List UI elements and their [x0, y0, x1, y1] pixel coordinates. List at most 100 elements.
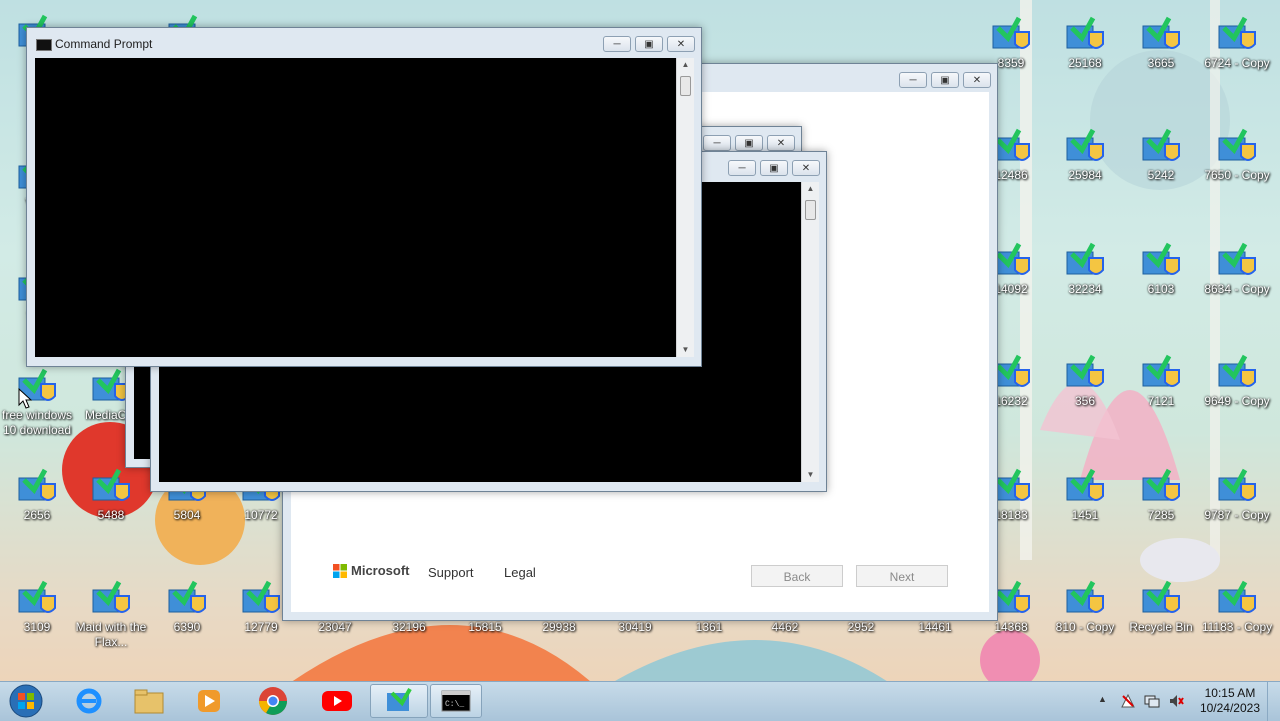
system-tray: ▲ 10:15 AM 10/24/2023 [1090, 682, 1280, 721]
desktop-icon-label: 2952 [847, 620, 875, 634]
desktop-icon-label: 14461 [918, 620, 952, 634]
shortcut-icon [15, 466, 59, 506]
desktop-icon-2656[interactable]: 2656 [0, 460, 74, 566]
desktop-icon-1451[interactable]: 1451 [1048, 460, 1122, 566]
desktop-icon-810-copy[interactable]: 810 - Copy [1048, 572, 1122, 678]
desktop-icon-11183-copy[interactable]: 11183 - Copy [1200, 572, 1274, 678]
desktop-icon-label: 3665 [1147, 56, 1175, 70]
desktop-icon-32234[interactable]: 32234 [1048, 234, 1122, 340]
shortcut-icon [1139, 14, 1183, 54]
desktop-icon-label: 25168 [1068, 56, 1102, 70]
scroll-up-arrow[interactable]: ▲ [802, 182, 819, 196]
console-scrollbar[interactable]: ▲ ▼ [676, 58, 694, 357]
action-center-icon[interactable] [1120, 693, 1136, 709]
show-desktop-button[interactable] [1267, 682, 1280, 721]
internet-explorer-icon [76, 688, 102, 714]
desktop-icon-label: 9649 - Copy [1204, 394, 1270, 408]
desktop-icon-label: 8634 - Copy [1204, 282, 1270, 296]
shortcut-icon [1063, 240, 1107, 280]
clock-date: 10/24/2023 [1199, 701, 1260, 715]
desktop-icon-7121[interactable]: 7121 [1124, 346, 1198, 452]
command-prompt-taskbar-button[interactable]: C:\_ [430, 684, 482, 718]
shortcut-icon [15, 366, 59, 406]
desktop-icon-label: 32196 [392, 620, 426, 634]
shortcut-icon [165, 578, 209, 618]
media-player-icon [198, 690, 220, 712]
maximize-button[interactable]: ▣ [635, 36, 663, 52]
next-button[interactable]: Next [856, 565, 948, 587]
maximize-button[interactable]: ▣ [735, 135, 763, 151]
scroll-thumb[interactable] [680, 76, 691, 96]
desktop-icon-3109[interactable]: 3109 [0, 572, 74, 678]
clock[interactable]: 10:15 AM 10/24/2023 [1200, 686, 1260, 716]
console-middle-scrollbar[interactable]: ▲ ▼ [801, 182, 819, 482]
desktop-icon-5242[interactable]: 5242 [1124, 120, 1198, 226]
minimize-button[interactable]: ─ [899, 72, 927, 88]
media-player-button[interactable] [182, 684, 236, 718]
desktop-icon-label: Recycle Bin [1129, 620, 1193, 634]
desktop-icon-25168[interactable]: 25168 [1048, 8, 1122, 114]
close-button[interactable]: ✕ [667, 36, 695, 52]
start-button[interactable] [0, 684, 52, 718]
desktop-icon-9649-copy[interactable]: 9649 - Copy [1200, 346, 1274, 452]
scroll-up-arrow[interactable]: ▲ [677, 58, 694, 72]
command-prompt-window[interactable]: Command Prompt ─ ▣ ✕ ▲ ▼ [26, 27, 702, 367]
cmd-icon [36, 39, 52, 51]
desktop-icon-label: 810 - Copy [1055, 620, 1115, 634]
close-button[interactable]: ✕ [792, 160, 820, 176]
scroll-down-arrow[interactable]: ▼ [677, 343, 694, 357]
maximize-button[interactable]: ▣ [760, 160, 788, 176]
desktop-icon-6724-copy[interactable]: 6724 - Copy [1200, 8, 1274, 114]
scroll-thumb[interactable] [805, 200, 816, 220]
volume-muted-icon[interactable] [1168, 693, 1184, 709]
shortcut-icon [1063, 578, 1107, 618]
desktop-icon-7650-copy[interactable]: 7650 - Copy [1200, 120, 1274, 226]
desktop-icon-356[interactable]: 356 [1048, 346, 1122, 452]
scroll-down-arrow[interactable]: ▼ [802, 468, 819, 482]
close-button[interactable]: ✕ [767, 135, 795, 151]
shortcut-icon [1063, 466, 1107, 506]
desktop-icon-3665[interactable]: 3665 [1124, 8, 1198, 114]
maximize-button[interactable]: ▣ [931, 72, 959, 88]
close-button[interactable]: ✕ [963, 72, 991, 88]
command-prompt-titlebar[interactable]: Command Prompt ─ ▣ ✕ [27, 28, 701, 58]
taskbar: C:\_ ▲ 10:15 AM 10/24/2023 [0, 681, 1280, 721]
desktop-icon-5488[interactable]: 5488 [74, 460, 148, 566]
console-output-area[interactable] [35, 58, 676, 357]
internet-explorer-button[interactable] [62, 684, 116, 718]
youtube-button[interactable] [310, 684, 364, 718]
desktop-icon-8634-copy[interactable]: 8634 - Copy [1200, 234, 1274, 340]
desktop-icon-label: 1451 [1071, 508, 1099, 522]
desktop-icon-label: 5488 [97, 508, 125, 522]
windows-orb-icon [9, 684, 43, 718]
desktop-icon-25984[interactable]: 25984 [1048, 120, 1122, 226]
desktop-icon-6390[interactable]: 6390 [150, 572, 224, 678]
desktop-icon-label: 7121 [1147, 394, 1175, 408]
minimize-button[interactable]: ─ [603, 36, 631, 52]
support-link[interactable]: Support [428, 565, 474, 580]
desktop-icon-maid-with-the-flax[interactable]: Maid with the Flax... [74, 572, 148, 678]
media-creation-tool-icon [387, 688, 412, 711]
minimize-button[interactable]: ─ [703, 135, 731, 151]
file-explorer-button[interactable] [122, 684, 176, 718]
desktop-icon-9787-copy[interactable]: 9787 - Copy [1200, 460, 1274, 566]
media-creation-tool-button[interactable] [370, 684, 428, 718]
chrome-button[interactable] [246, 684, 300, 718]
desktop-icon-7285[interactable]: 7285 [1124, 460, 1198, 566]
network-icon[interactable] [1144, 693, 1160, 709]
shortcut-icon [1215, 352, 1259, 392]
youtube-icon [322, 691, 352, 711]
back-button[interactable]: Back [751, 565, 843, 587]
desktop-icon-free-windows-10-download[interactable]: free windows 10 download [0, 360, 74, 466]
desktop-icon-label: 6390 [173, 620, 201, 634]
minimize-button[interactable]: ─ [728, 160, 756, 176]
shortcut-icon [989, 14, 1033, 54]
desktop-icon-label: 29938 [542, 620, 576, 634]
show-hidden-icons-icon[interactable]: ▲ [1098, 694, 1107, 704]
chrome-icon [259, 687, 287, 715]
desktop-icon-recycle-bin[interactable]: Recycle Bin [1124, 572, 1198, 678]
legal-link[interactable]: Legal [504, 565, 536, 580]
shortcut-icon [89, 466, 133, 506]
desktop-icon-label: 5804 [173, 508, 201, 522]
desktop-icon-6103[interactable]: 6103 [1124, 234, 1198, 340]
